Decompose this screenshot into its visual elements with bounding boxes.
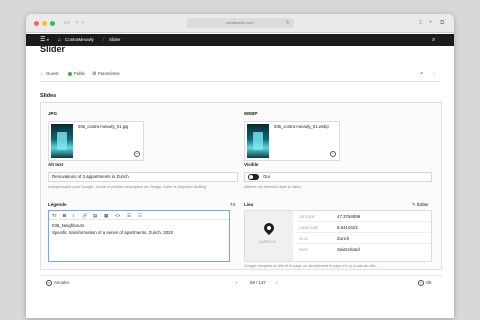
- alt-text-help: Indispensable pour Google, courte et pré…: [48, 185, 207, 189]
- pager-label: 59 / 137: [250, 280, 266, 285]
- image-icon[interactable]: ▤: [93, 212, 97, 219]
- table-icon[interactable]: ▦: [104, 212, 108, 219]
- status-meta[interactable]: ◌ Ouvert: [40, 71, 59, 77]
- search-icon[interactable]: ⌕: [432, 34, 435, 46]
- numbered-list-icon[interactable]: ☷: [138, 212, 142, 219]
- cancel-label: Annuler: [54, 280, 70, 286]
- reload-icon[interactable]: ↻: [286, 18, 290, 28]
- cancel-button[interactable]: × Annuler: [46, 280, 69, 286]
- maximize-window-icon[interactable]: [50, 21, 55, 26]
- editor-toolbar: Tт B I 🔗 ▤ ▦ <> ☰ ☷: [49, 211, 229, 220]
- divider: [40, 81, 440, 82]
- geo-value: 8.5410422: [337, 225, 358, 230]
- webp-file-name: 036_contra-meuwly_01.webp: [274, 124, 329, 129]
- visible-label: Visible: [244, 162, 259, 167]
- new-tab-icon[interactable]: +: [429, 19, 433, 27]
- geo-value: Zurich: [337, 236, 350, 241]
- visible-toggle-label: Oui: [263, 174, 270, 179]
- visible-field: Oui: [244, 172, 432, 182]
- jpg-file-name: 036_contra-meuwly_01.jpg: [78, 124, 129, 129]
- geo-key: LATITUDE: [299, 215, 315, 219]
- site-name[interactable]: ContraMeuwly: [65, 34, 94, 46]
- geo-row-longitude: LONGITUDE 8.5410422: [295, 224, 431, 233]
- minimize-window-icon[interactable]: [42, 21, 47, 26]
- back-icon[interactable]: ‹: [76, 19, 78, 27]
- geo-row-city: VILLE Zurich: [295, 235, 431, 244]
- settings-label: Paramètres: [98, 71, 120, 76]
- breadcrumb-current[interactable]: Slider: [109, 34, 121, 46]
- browser-window: ▭ ‹ › contenerie.com ↻ ⇪ + ⧉ ☰ ▾ ⌂ Contr…: [26, 14, 454, 318]
- geo-key: LONGITUDE: [299, 226, 319, 230]
- webp-file[interactable]: 036_contra-meuwly_01.webp −: [244, 121, 340, 161]
- forward-icon[interactable]: ›: [82, 19, 84, 27]
- address-bar[interactable]: contenerie.com ↻: [186, 18, 294, 28]
- location-box: ZURICH LATITUDE 47.3764899 LONGITUDE 8.5…: [244, 210, 432, 262]
- geo-value: Switzerland: [337, 247, 360, 252]
- url-text: contenerie.com: [226, 20, 254, 25]
- undo-icon[interactable]: ↶: [420, 71, 424, 77]
- ok-label: Ok: [426, 280, 432, 286]
- visibility-meta[interactable]: Public: [68, 71, 85, 77]
- legend-editor[interactable]: Tт B I 🔗 ▤ ▦ <> ☰ ☷ 036_Neighbours Speci…: [48, 210, 230, 262]
- tabs-overview-icon[interactable]: ⧉: [440, 19, 444, 27]
- app-header: ☰ ▾ ⌂ ContraMeuwly / Slider ⌕: [26, 34, 454, 46]
- map-preview[interactable]: ZURICH: [245, 211, 293, 261]
- jpg-thumbnail: [51, 124, 73, 158]
- geo-row-latitude: LATITUDE 47.3764899: [295, 213, 431, 222]
- bullet-list-icon[interactable]: ☰: [127, 212, 131, 219]
- sidebar-toggle-icon[interactable]: ▭: [64, 19, 70, 27]
- breadcrumb-separator: /: [103, 37, 105, 42]
- page-title: Slider: [40, 44, 66, 54]
- close-window-icon[interactable]: [34, 21, 39, 26]
- edit-location-button[interactable]: ✎ Éditer: [412, 202, 429, 208]
- map-city-label: ZURICH: [259, 239, 276, 244]
- remove-file-icon[interactable]: −: [134, 151, 140, 157]
- status-label: Ouvert: [46, 71, 59, 76]
- more-icon[interactable]: ⋮: [432, 71, 436, 77]
- close-icon: ×: [46, 280, 52, 286]
- alt-text-label: Alt text: [48, 162, 64, 167]
- legend-char-count: 74: [230, 202, 236, 207]
- webp-thumbnail: [247, 124, 269, 158]
- legend-line-1: 036_Neighbours: [52, 223, 85, 228]
- italic-icon[interactable]: I: [73, 212, 74, 219]
- check-icon: ✓: [418, 280, 424, 286]
- webp-label: WEBP: [244, 111, 258, 116]
- visibility-label: Public: [74, 71, 86, 76]
- text-style-icon[interactable]: Tт: [52, 212, 57, 219]
- next-slide-icon[interactable]: ›: [276, 280, 277, 286]
- slide-footer: × Annuler ‹ 59 / 137 › ✓ Ok: [40, 275, 442, 289]
- geo-row-country: PAYS Switzerland: [295, 246, 431, 255]
- map-pin-icon: [261, 220, 277, 236]
- bold-icon[interactable]: B: [63, 212, 66, 219]
- code-icon[interactable]: <>: [115, 212, 120, 219]
- visible-toggle[interactable]: [248, 174, 259, 180]
- browser-titlebar: ▭ ‹ › contenerie.com ↻ ⇪ + ⧉: [26, 14, 454, 33]
- section-title: Slides: [40, 93, 57, 99]
- jpg-label: JPG: [48, 111, 58, 116]
- remove-file-icon[interactable]: −: [330, 151, 336, 157]
- visible-help: Afficher cet élément dans le slider: [244, 185, 301, 189]
- location-help: Google récupère la ville et le pays, ou …: [244, 264, 377, 268]
- geo-key: VILLE: [299, 237, 308, 241]
- edit-location-label: Éditer: [417, 202, 429, 207]
- alt-text-input[interactable]: Renovations of 3 appartments in Zurich: [48, 172, 238, 182]
- location-label: Lieu: [244, 202, 254, 207]
- ok-button[interactable]: ✓ Ok: [418, 280, 432, 286]
- geo-value: 47.3764899: [337, 214, 361, 219]
- pencil-icon: ✎: [412, 202, 416, 207]
- settings-meta[interactable]: ⚙ Paramètres: [92, 71, 120, 77]
- link-icon[interactable]: 🔗: [82, 212, 87, 219]
- geo-key: PAYS: [299, 248, 308, 252]
- prev-slide-icon[interactable]: ‹: [236, 280, 237, 286]
- share-icon[interactable]: ⇪: [418, 19, 423, 27]
- legend-line-2: Specific transformation of a series of a…: [52, 230, 174, 235]
- jpg-file[interactable]: 036_contra-meuwly_01.jpg −: [48, 121, 144, 161]
- status-dot-icon: [68, 71, 72, 76]
- legend-label: Légende: [48, 202, 67, 207]
